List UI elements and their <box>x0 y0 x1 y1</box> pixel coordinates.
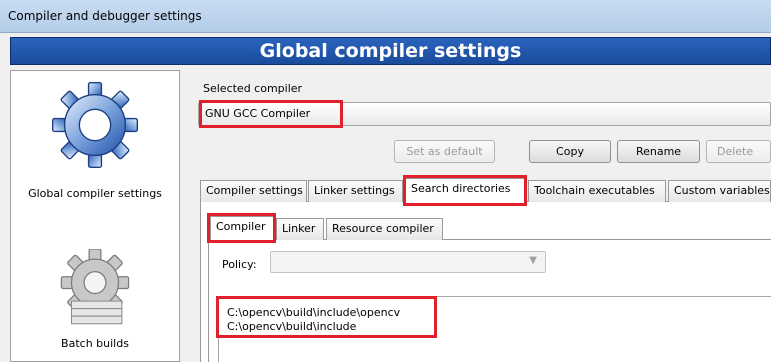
window-title: Compiler and debugger settings <box>8 9 202 23</box>
set-as-default-button[interactable]: Set as default <box>394 140 495 163</box>
policy-label: Policy: <box>222 258 257 271</box>
gear-icon <box>51 81 139 169</box>
sidebar-item-global-compiler-settings[interactable]: Global compiler settings <box>11 71 179 221</box>
subtab-linker[interactable]: Linker <box>276 218 324 240</box>
directory-list[interactable]: C:\opencv\build\include\opencv C:\opencv… <box>218 296 771 362</box>
delete-button[interactable]: Delete <box>706 140 771 163</box>
policy-select[interactable]: ▼ <box>270 251 546 273</box>
tab-custom-variables[interactable]: Custom variables <box>668 180 771 202</box>
list-item[interactable]: C:\opencv\build\include\opencv <box>227 306 400 319</box>
compiler-select[interactable]: GNU GCC Compiler <box>198 102 771 126</box>
settings-tabs: Compiler settings Linker settings Search… <box>200 178 771 203</box>
gear-stack-icon <box>60 249 130 325</box>
search-directories-subtabs: Compiler Linker Resource compiler <box>208 216 771 241</box>
copy-button[interactable]: Copy <box>529 140 611 163</box>
subtab-compiler[interactable]: Compiler <box>210 216 274 241</box>
sidebar-item-label: Batch builds <box>61 337 129 350</box>
sidebar: Global compiler settings Batch builds <box>10 70 180 362</box>
rename-button[interactable]: Rename <box>617 140 700 163</box>
tab-toolchain-executables[interactable]: Toolchain executables <box>528 180 666 202</box>
chevron-down-icon: ▼ <box>529 255 537 266</box>
subtab-resource-compiler[interactable]: Resource compiler <box>326 218 443 240</box>
tab-search-directories[interactable]: Search directories <box>405 178 526 203</box>
tab-compiler-settings[interactable]: Compiler settings <box>200 180 307 202</box>
tab-linker-settings[interactable]: Linker settings <box>308 180 403 202</box>
window-title-bar: Compiler and debugger settings <box>0 0 771 33</box>
list-item[interactable]: C:\opencv\build\include <box>227 320 356 333</box>
compiler-select-value: GNU GCC Compiler <box>205 107 311 120</box>
sidebar-item-batch-builds[interactable]: Batch builds <box>11 221 179 361</box>
page-header: Global compiler settings <box>10 37 771 65</box>
sidebar-item-label: Global compiler settings <box>28 187 162 200</box>
page-title: Global compiler settings <box>259 40 522 62</box>
selected-compiler-label: Selected compiler <box>203 82 303 95</box>
